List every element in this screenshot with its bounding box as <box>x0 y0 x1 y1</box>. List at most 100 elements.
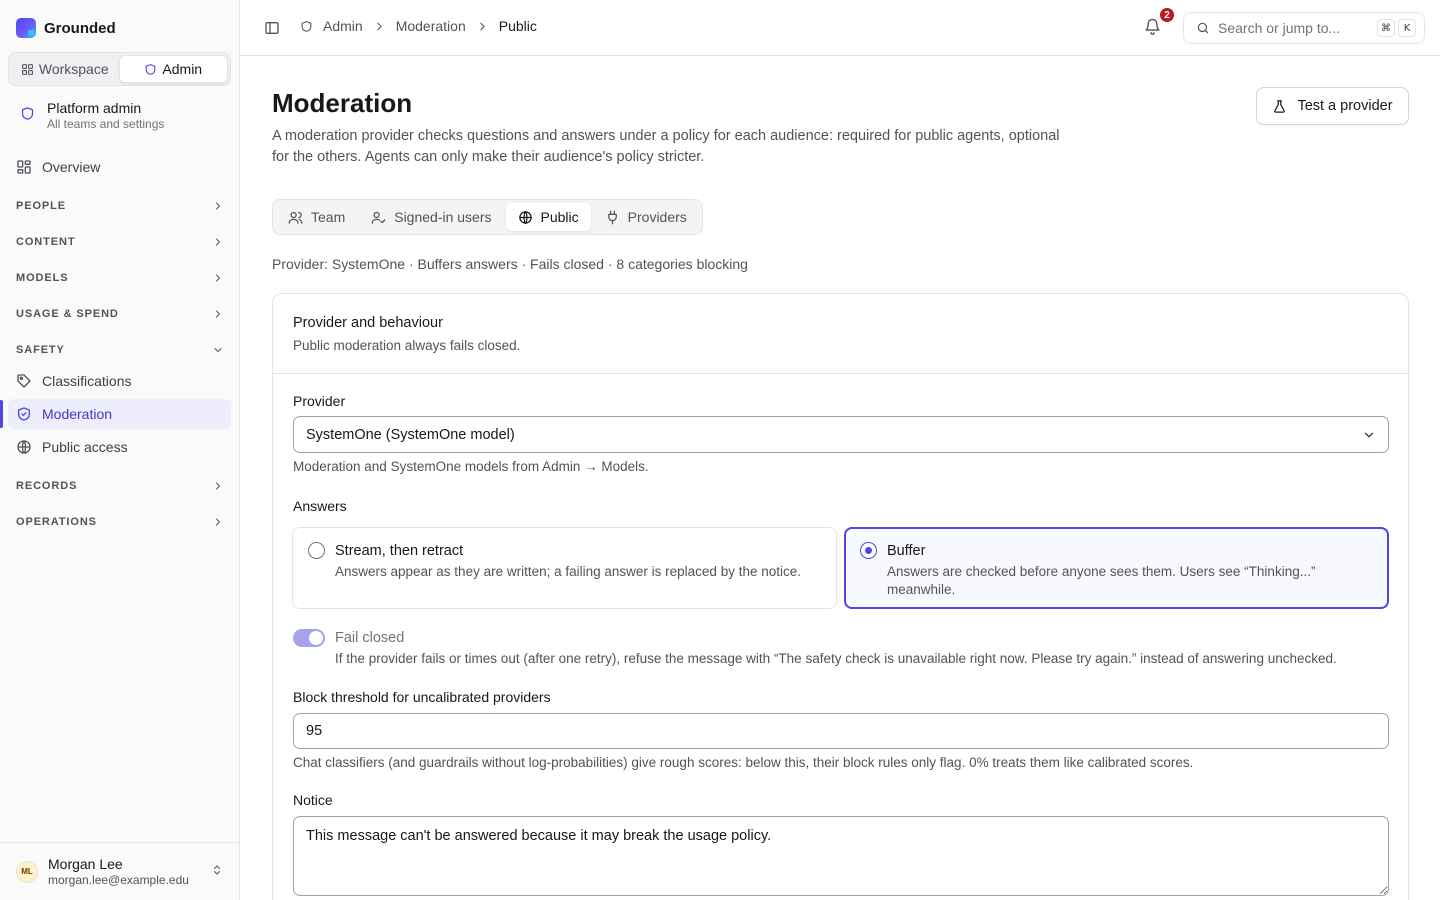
provider-select-value: SystemOne (SystemOne model) <box>306 426 515 443</box>
globe-lock-icon <box>17 440 31 454</box>
shield-check-icon <box>18 407 30 421</box>
workspace-admin-switcher: Workspace Admin <box>8 52 231 86</box>
nav-group-safety[interactable]: SAFETY <box>16 340 224 360</box>
breadcrumb-admin[interactable]: Admin <box>323 18 363 34</box>
provider-behaviour-card: Provider and behaviour Public moderation… <box>272 293 1409 900</box>
tab-providers[interactable]: Providers <box>593 203 699 231</box>
nav-group-operations[interactable]: OPERATIONS <box>16 512 224 532</box>
nav-group-models[interactable]: MODELS <box>16 268 224 288</box>
provider-label: Provider <box>293 393 346 409</box>
notice-label: Notice <box>293 792 333 808</box>
answers-label: Answers <box>293 498 347 514</box>
tab-label: Public <box>540 209 579 225</box>
user-check-icon <box>371 211 386 224</box>
nav-group-records[interactable]: RECORDS <box>16 476 224 496</box>
kbd-k: K <box>1398 19 1416 37</box>
users-icon <box>288 211 303 224</box>
scope-selector[interactable]: Platform admin All teams and settings <box>8 96 231 136</box>
test-provider-button[interactable]: Test a provider <box>1256 87 1409 125</box>
brand-name: Grounded <box>44 19 116 37</box>
threshold-input[interactable] <box>293 713 1389 749</box>
chevrons-up-down-icon <box>211 863 223 881</box>
option-description: Answers appear as they are written; a fa… <box>335 564 801 579</box>
kbd-cmd: ⌘ <box>1377 19 1395 37</box>
breadcrumb-moderation[interactable]: Moderation <box>396 18 466 34</box>
test-provider-label: Test a provider <box>1297 98 1393 114</box>
fail-closed-toggle[interactable] <box>293 629 325 647</box>
brand-logo <box>16 18 36 38</box>
sidebar-item-public-access[interactable]: Public access <box>8 432 231 462</box>
chevron-right-icon <box>377 22 382 30</box>
chevron-right-icon <box>216 274 220 282</box>
nav-group-label: USAGE & SPEND <box>16 308 119 320</box>
dashboard-icon <box>17 160 31 174</box>
nav-group-people[interactable]: PEOPLE <box>16 196 224 216</box>
workspace-switch-button[interactable]: Workspace <box>11 55 119 83</box>
shield-icon <box>20 106 35 126</box>
notification-badge: 2 <box>1158 6 1176 24</box>
user-email: morgan.lee@example.edu <box>48 872 189 887</box>
shield-icon <box>146 63 156 75</box>
chevron-right-icon <box>216 518 220 526</box>
nav-group-content[interactable]: CONTENT <box>16 232 224 252</box>
nav-group-label: RECORDS <box>16 480 78 492</box>
sidebar-item-label: Overview <box>42 159 101 175</box>
tab-signed-in-users[interactable]: Signed-in users <box>359 203 503 231</box>
sidebar-item-label: Classifications <box>42 373 132 389</box>
brand[interactable]: Grounded <box>16 18 116 38</box>
sidebar-item-moderation[interactable]: Moderation <box>8 399 231 429</box>
answers-option-stream[interactable]: Stream, then retract Answers appear as t… <box>292 527 837 609</box>
scope-title: Platform admin <box>47 100 142 116</box>
search-icon <box>1197 22 1209 34</box>
breadcrumb: Admin Moderation Public <box>300 18 537 34</box>
nav-group-label: CONTENT <box>16 236 76 248</box>
search-placeholder: Search or jump to... <box>1218 20 1341 36</box>
nav-group-label: PEOPLE <box>16 200 67 212</box>
sidebar-item-overview[interactable]: Overview <box>8 152 231 182</box>
tab-label: Providers <box>627 209 687 225</box>
notice-textarea[interactable]: This message can't be answered because i… <box>293 816 1389 896</box>
radio-button-selected[interactable] <box>860 542 877 559</box>
nav-group-usage-spend[interactable]: USAGE & SPEND <box>16 304 224 324</box>
admin-switch-label: Admin <box>162 61 203 77</box>
plug-icon <box>607 210 617 224</box>
chevron-right-icon <box>480 22 485 30</box>
policy-summary: Provider: SystemOne · Buffers answers · … <box>272 256 748 272</box>
page-title: Moderation <box>272 88 413 118</box>
provider-select[interactable]: SystemOne (SystemOne model) <box>293 416 1389 453</box>
threshold-help: Chat classifiers (and guardrails without… <box>293 755 1194 770</box>
radio-button[interactable] <box>308 542 325 559</box>
tab-label: Team <box>311 209 346 225</box>
chevron-right-icon <box>216 202 220 210</box>
sidebar: Grounded Workspace Admin Platform admin … <box>0 0 240 900</box>
bell-icon <box>1145 18 1160 35</box>
tab-team[interactable]: Team <box>276 203 357 231</box>
search-input[interactable]: Search or jump to... ⌘ K <box>1183 12 1425 44</box>
shield-icon <box>301 20 312 32</box>
sidebar-item-label: Public access <box>42 439 128 455</box>
audience-tabs: Team Signed-in users Public Providers <box>272 199 703 235</box>
threshold-label: Block threshold for uncalibrated provide… <box>293 689 551 705</box>
provider-help: Moderation and SystemOne models from Adm… <box>293 459 649 474</box>
tab-label: Signed-in users <box>394 209 492 225</box>
sidebar-item-classifications[interactable]: Classifications <box>8 366 231 396</box>
option-description: Answers are checked before anyone sees t… <box>887 564 1316 597</box>
user-menu[interactable]: ML Morgan Lee morgan.lee@example.edu <box>0 842 239 900</box>
chevron-right-icon <box>216 310 220 318</box>
card-header: Provider and behaviour Public moderation… <box>273 294 1408 374</box>
page-description: A moderation provider checks questions a… <box>272 128 1060 165</box>
user-name: Morgan Lee <box>48 855 123 872</box>
topbar: Admin Moderation Public 2 Search or jump… <box>240 0 1440 56</box>
chevron-down-icon <box>214 348 222 352</box>
nav-group-label: MODELS <box>16 272 69 284</box>
globe-icon <box>518 210 532 224</box>
chevron-right-icon <box>216 238 220 246</box>
tab-public[interactable]: Public <box>505 203 591 231</box>
sidebar-toggle-icon <box>265 22 279 34</box>
answers-option-buffer[interactable]: Buffer Answers are checked before anyone… <box>844 527 1389 609</box>
nav-group-label: OPERATIONS <box>16 516 97 528</box>
sidebar-toggle-button[interactable] <box>264 20 280 36</box>
tag-icon <box>17 374 31 388</box>
card-subtitle: Public moderation always fails closed. <box>293 338 521 353</box>
admin-switch-button[interactable]: Admin <box>118 55 228 83</box>
